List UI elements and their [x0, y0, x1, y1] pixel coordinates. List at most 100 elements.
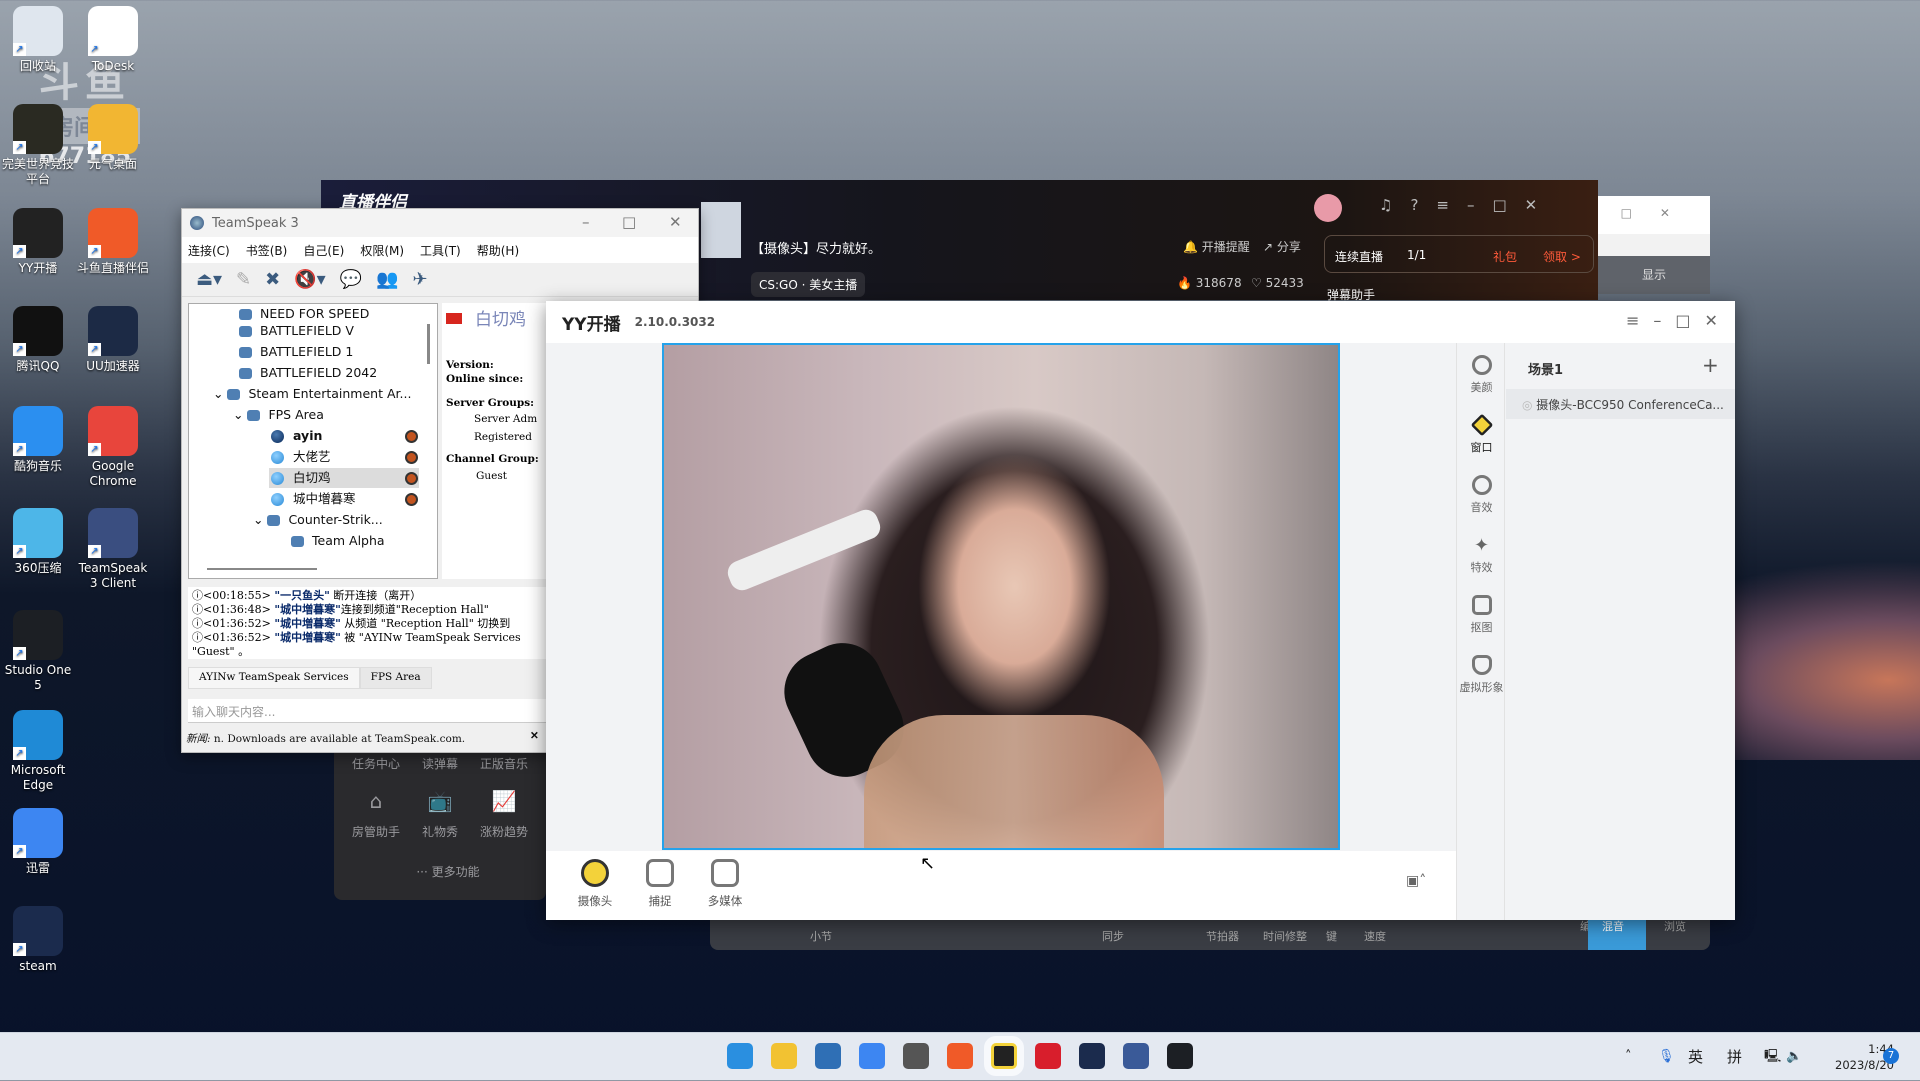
- taskbar-teamspeak-icon[interactable]: [1123, 1043, 1149, 1069]
- desktop-icon[interactable]: ↗ 迅雷: [0, 808, 76, 876]
- avatar[interactable]: [1314, 194, 1342, 222]
- daw-label[interactable]: 同步: [1102, 928, 1124, 944]
- ime-language[interactable]: 英: [1688, 1033, 1703, 1081]
- stream-category[interactable]: CS:GO · 美女主播: [751, 272, 866, 297]
- video-camera-icon[interactable]: ▣˄: [1406, 873, 1426, 889]
- client-item[interactable]: 大佬艺: [271, 447, 331, 467]
- fans-trend[interactable]: 涨粉趋势: [472, 823, 536, 840]
- network-icon[interactable]: 🖳: [1764, 1033, 1781, 1081]
- desktop-icon[interactable]: ↗ YY开播: [0, 208, 76, 276]
- desktop-icon[interactable]: ↗ TeamSpeak 3 Client: [75, 508, 151, 591]
- douyu-window-controls[interactable]: ♫?≡–□✕: [1379, 196, 1555, 214]
- close-button[interactable]: ✕: [669, 213, 682, 231]
- daw-tab-browse[interactable]: 浏览: [1664, 918, 1686, 934]
- taskbar-start-icon[interactable]: [727, 1043, 753, 1069]
- menu-tools[interactable]: 工具(T): [420, 242, 461, 259]
- tab-channel[interactable]: FPS Area: [359, 667, 432, 689]
- channel-item[interactable]: BATTLEFIELD V: [239, 321, 354, 341]
- channel-item[interactable]: ⌄ FPS Area: [233, 405, 324, 425]
- daw-label[interactable]: 时间修整: [1263, 928, 1307, 944]
- chat-icon[interactable]: 💬: [340, 269, 362, 290]
- desktop-icon[interactable]: ↗ 360压缩: [0, 508, 76, 576]
- desktop-icon[interactable]: ↗ UU加速器: [75, 306, 151, 374]
- task-center[interactable]: 任务中心: [344, 755, 408, 772]
- channel-item[interactable]: ⌄ Counter-Strik...: [253, 510, 383, 530]
- menu-connect[interactable]: 连接(C): [188, 242, 230, 259]
- clock[interactable]: 1:44 2023/8/20: [1814, 1041, 1894, 1073]
- desktop-icon[interactable]: ↗ 元气桌面: [75, 104, 151, 172]
- channel-item[interactable]: BATTLEFIELD 2042: [239, 363, 377, 383]
- gift-show[interactable]: 礼物秀: [408, 823, 472, 840]
- contacts-icon[interactable]: 👥: [376, 269, 398, 290]
- maximize-button[interactable]: □: [622, 213, 636, 231]
- mute-mic-icon[interactable]: ✖: [265, 269, 280, 290]
- source-item[interactable]: ◎ 摄像头-BCC950 ConferenceCa...: [1506, 389, 1735, 419]
- matting-button[interactable]: 抠图: [1457, 595, 1506, 635]
- camera-tool[interactable]: 摄像头: [570, 859, 620, 909]
- stream-title[interactable]: 【摄像头】尽力就好。: [751, 238, 881, 257]
- client-item[interactable]: 城中増暮寒: [271, 489, 356, 509]
- desktop-icon[interactable]: ↗ 斗鱼直播伴侣: [75, 208, 151, 276]
- daw-label[interactable]: 节拍器: [1206, 928, 1239, 944]
- media-tool[interactable]: 多媒体: [700, 859, 750, 909]
- taskbar-steam-icon[interactable]: [1079, 1043, 1105, 1069]
- camera-preview[interactable]: [662, 343, 1340, 850]
- claim-button[interactable]: 领取 >: [1543, 248, 1581, 265]
- minimize-button[interactable]: –: [582, 213, 590, 231]
- taskbar-netease-music-icon[interactable]: [1035, 1043, 1061, 1069]
- add-scene-button[interactable]: +: [1702, 353, 1719, 377]
- sound-effect-button[interactable]: 音效: [1457, 475, 1506, 515]
- more-features[interactable]: ··· 更多功能: [408, 863, 488, 880]
- stream-cover[interactable]: [701, 202, 741, 258]
- taskbar-studio-one-icon[interactable]: [1167, 1043, 1193, 1069]
- tree-hscrollbar[interactable]: [207, 568, 317, 570]
- plugin-icon[interactable]: ✈: [413, 269, 428, 290]
- away-icon[interactable]: ✎: [236, 269, 251, 290]
- capture-tool[interactable]: 捕捉: [635, 859, 685, 909]
- show-hidden-icons[interactable]: ˄: [1625, 1033, 1632, 1081]
- channel-item[interactable]: ⌄ Steam Entertainment Ar...: [213, 384, 411, 404]
- channel-item[interactable]: Team Alpha: [291, 531, 385, 551]
- scene-title[interactable]: 场景1: [1528, 359, 1563, 378]
- menu-help[interactable]: 帮助(H): [477, 242, 519, 259]
- ime-mode[interactable]: 拼: [1727, 1033, 1742, 1081]
- desktop-icon[interactable]: ↗ 酷狗音乐: [0, 406, 76, 474]
- close-news-button[interactable]: ✕: [530, 730, 539, 742]
- taskbar-yy-live-icon[interactable]: [991, 1043, 1017, 1069]
- client-item[interactable]: 白切鸡: [271, 468, 331, 488]
- client-item[interactable]: ayin: [271, 426, 322, 446]
- taskbar-store-icon[interactable]: [815, 1043, 841, 1069]
- desktop-icon[interactable]: ↗ 回收站: [0, 6, 76, 74]
- window-button[interactable]: 窗口: [1457, 413, 1506, 455]
- taskbar-app-hex-icon[interactable]: [903, 1043, 929, 1069]
- desktop-icon[interactable]: ↗ 腾讯QQ: [0, 306, 76, 374]
- share-button[interactable]: ↗ 分享: [1263, 238, 1301, 255]
- desktop-icon[interactable]: ↗ Google Chrome: [75, 406, 151, 489]
- desktop-icon[interactable]: ↗ ToDesk: [75, 6, 151, 74]
- disconnect-icon[interactable]: ⏏▾: [196, 269, 222, 290]
- menu-permissions[interactable]: 权限(M): [360, 242, 404, 259]
- microphone-icon[interactable]: 🎙: [1658, 1033, 1675, 1081]
- effects-button[interactable]: ✦ 特效: [1457, 535, 1506, 575]
- tab-server[interactable]: AYINw TeamSpeak Services: [188, 667, 360, 689]
- room-admin[interactable]: 房管助手: [344, 823, 408, 840]
- notification-badge[interactable]: 7: [1883, 1048, 1899, 1064]
- taskbar-xunlei-icon[interactable]: [859, 1043, 885, 1069]
- desktop-icon[interactable]: ↗ Microsoft Edge: [0, 710, 76, 793]
- window-controls[interactable]: □✕: [1598, 196, 1710, 234]
- mute-speaker-icon[interactable]: 🔇▾: [294, 269, 325, 290]
- tree-scrollbar[interactable]: [427, 324, 430, 364]
- volume-icon[interactable]: 🔈: [1786, 1033, 1802, 1081]
- menu-bookmarks[interactable]: 书签(B): [246, 242, 288, 259]
- beauty-button[interactable]: 美颜: [1457, 355, 1506, 395]
- channel-item[interactable]: BATTLEFIELD 1: [239, 342, 353, 362]
- display-tab[interactable]: 显示: [1598, 256, 1710, 294]
- yy-window-controls[interactable]: ≡–□✕: [1626, 311, 1732, 330]
- taskbar-douyu-icon[interactable]: [947, 1043, 973, 1069]
- desktop-icon[interactable]: ↗ Studio One 5: [0, 610, 76, 693]
- desktop-icon[interactable]: ↗ 完美世界竞技平台: [0, 104, 76, 187]
- remind-button[interactable]: 🔔 开播提醒: [1183, 238, 1250, 255]
- menu-self[interactable]: 自己(E): [303, 242, 344, 259]
- avatar-button[interactable]: 虚拟形象: [1457, 655, 1506, 695]
- read-danmu[interactable]: 读弹幕: [408, 755, 472, 772]
